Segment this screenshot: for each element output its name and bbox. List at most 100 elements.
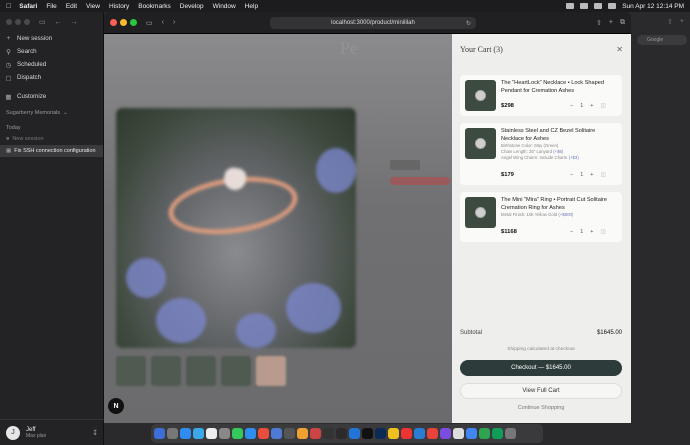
safari-icon[interactable] <box>180 428 191 439</box>
session-item[interactable]: ■ New session <box>0 133 103 145</box>
item-image[interactable] <box>465 197 496 228</box>
close-dot[interactable] <box>6 19 12 25</box>
minimize-button[interactable] <box>120 19 127 26</box>
address-bar[interactable]: localhost:3000/product/minililah ↻ <box>270 17 476 29</box>
menu-window[interactable]: Window <box>213 3 236 10</box>
share-icon[interactable]: ⇧ <box>596 19 602 27</box>
checkout-button[interactable]: Checkout — $1645.00 <box>460 360 622 376</box>
mail-icon[interactable] <box>193 428 204 439</box>
sidebar-item-dispatch[interactable]: ▢ Dispatch <box>0 71 103 84</box>
product-price-blurred <box>390 160 420 170</box>
app-icon[interactable] <box>414 428 425 439</box>
share-icon[interactable]: ⇧ <box>667 18 673 26</box>
app-icon[interactable] <box>310 428 321 439</box>
app-icon[interactable] <box>323 428 334 439</box>
notes-icon[interactable] <box>388 428 399 439</box>
sidebar-item-new-session[interactable]: + New session <box>0 32 103 45</box>
wifi-icon[interactable] <box>594 3 603 9</box>
finder-icon[interactable] <box>154 428 165 439</box>
chrome-icon[interactable] <box>466 428 477 439</box>
apple-icon[interactable]:  <box>6 3 11 10</box>
reload-icon[interactable]: ↻ <box>466 20 471 27</box>
vscode-icon[interactable] <box>349 428 360 439</box>
app-icon[interactable] <box>440 428 451 439</box>
menu-history[interactable]: History <box>109 3 129 10</box>
menu-edit[interactable]: Edit <box>66 3 77 10</box>
thumbnail[interactable] <box>186 356 216 386</box>
thumbnail[interactable] <box>221 356 251 386</box>
app-icon[interactable] <box>297 428 308 439</box>
trash-icon[interactable]: ◫ <box>601 103 606 109</box>
plus-button[interactable]: + <box>590 172 593 178</box>
back-icon[interactable]: ← <box>55 19 62 26</box>
thumbnail[interactable] <box>151 356 181 386</box>
new-tab-icon[interactable]: + <box>609 19 613 27</box>
sidebar-toggle-icon[interactable]: ▭ <box>39 18 46 26</box>
app-icon[interactable] <box>427 428 438 439</box>
photoshop-icon[interactable] <box>375 428 386 439</box>
settings-icon[interactable] <box>219 428 230 439</box>
app-icon[interactable] <box>258 428 269 439</box>
app-icon[interactable] <box>284 428 295 439</box>
forward-icon[interactable]: › <box>173 19 175 26</box>
dev-badge[interactable]: N <box>108 398 124 414</box>
app-icon[interactable] <box>479 428 490 439</box>
trash-icon[interactable]: ◫ <box>601 172 606 178</box>
close-button[interactable] <box>110 19 117 26</box>
calendar-icon[interactable] <box>206 428 217 439</box>
item-title[interactable]: Stainless Steel and CZ Bezel Solitaire N… <box>501 128 619 143</box>
tabs-overview-icon[interactable]: ⧉ <box>620 19 625 27</box>
search-input[interactable]: Google <box>637 35 687 45</box>
thumbnail[interactable] <box>116 356 146 386</box>
item-title[interactable]: The Mini "Mira" Ring • Portrait Cut Soli… <box>501 197 619 212</box>
view-cart-button[interactable]: View Full Cart <box>460 383 622 399</box>
battery-icon[interactable] <box>608 3 617 9</box>
thumbnail[interactable] <box>256 356 286 386</box>
launchpad-icon[interactable] <box>167 428 178 439</box>
minus-button[interactable]: − <box>570 103 573 109</box>
menu-bookmarks[interactable]: Bookmarks <box>138 3 171 10</box>
minus-button[interactable]: − <box>570 172 573 178</box>
app-store-icon[interactable] <box>245 428 256 439</box>
trash-icon[interactable] <box>505 428 516 439</box>
project-selector[interactable]: Sugarberry Memorials ⌄ <box>0 107 103 118</box>
menu-help[interactable]: Help <box>245 3 258 10</box>
status-icon[interactable] <box>580 3 589 9</box>
back-icon[interactable]: ‹ <box>162 19 164 26</box>
sidebar-item-search[interactable]: ⚲ Search <box>0 45 103 58</box>
app-icon[interactable] <box>271 428 282 439</box>
app-icon[interactable] <box>401 428 412 439</box>
sidebar-item-scheduled[interactable]: ◷ Scheduled <box>0 58 103 71</box>
minimize-dot[interactable] <box>15 19 21 25</box>
new-tab-icon[interactable]: + <box>680 18 684 26</box>
sidebar-icon[interactable]: ▭ <box>146 19 153 27</box>
app-icon[interactable] <box>492 428 503 439</box>
status-icon[interactable] <box>566 3 575 9</box>
cart-drawer: Your Cart (3) ✕ The "HeartLock" Necklace… <box>452 34 631 423</box>
download-icon[interactable]: ↧ <box>92 429 98 437</box>
item-image[interactable] <box>465 80 496 111</box>
terminal-icon[interactable] <box>336 428 347 439</box>
menu-develop[interactable]: Develop <box>180 3 204 10</box>
trash-icon[interactable]: ◫ <box>601 229 606 235</box>
user-profile[interactable]: J Jeff Max plan ↧ <box>0 419 104 445</box>
forward-icon[interactable]: → <box>71 19 78 26</box>
session-item-active[interactable]: ▦ Fix SSH connection configuration issue <box>0 145 103 157</box>
plus-button[interactable]: + <box>590 229 593 235</box>
menu-view[interactable]: View <box>86 3 100 10</box>
zoom-button[interactable] <box>130 19 137 26</box>
clock[interactable]: Sun Apr 12 12:14 PM <box>622 3 684 10</box>
minus-button[interactable]: − <box>570 229 573 235</box>
plus-button[interactable]: + <box>590 103 593 109</box>
menu-file[interactable]: File <box>46 3 56 10</box>
app-icon[interactable] <box>453 428 464 439</box>
zoom-dot[interactable] <box>24 19 30 25</box>
item-name[interactable]: The "HeartLock" Necklace • Lock Shaped P… <box>501 80 619 95</box>
sidebar-item-customize[interactable]: ▦ Customize <box>0 90 103 103</box>
messages-icon[interactable] <box>232 428 243 439</box>
item-image[interactable] <box>465 128 496 159</box>
app-icon[interactable] <box>362 428 373 439</box>
continue-shopping-link[interactable]: Continue Shopping <box>460 405 622 411</box>
menu-app[interactable]: Safari <box>19 3 37 10</box>
close-icon[interactable]: ✕ <box>616 45 623 54</box>
